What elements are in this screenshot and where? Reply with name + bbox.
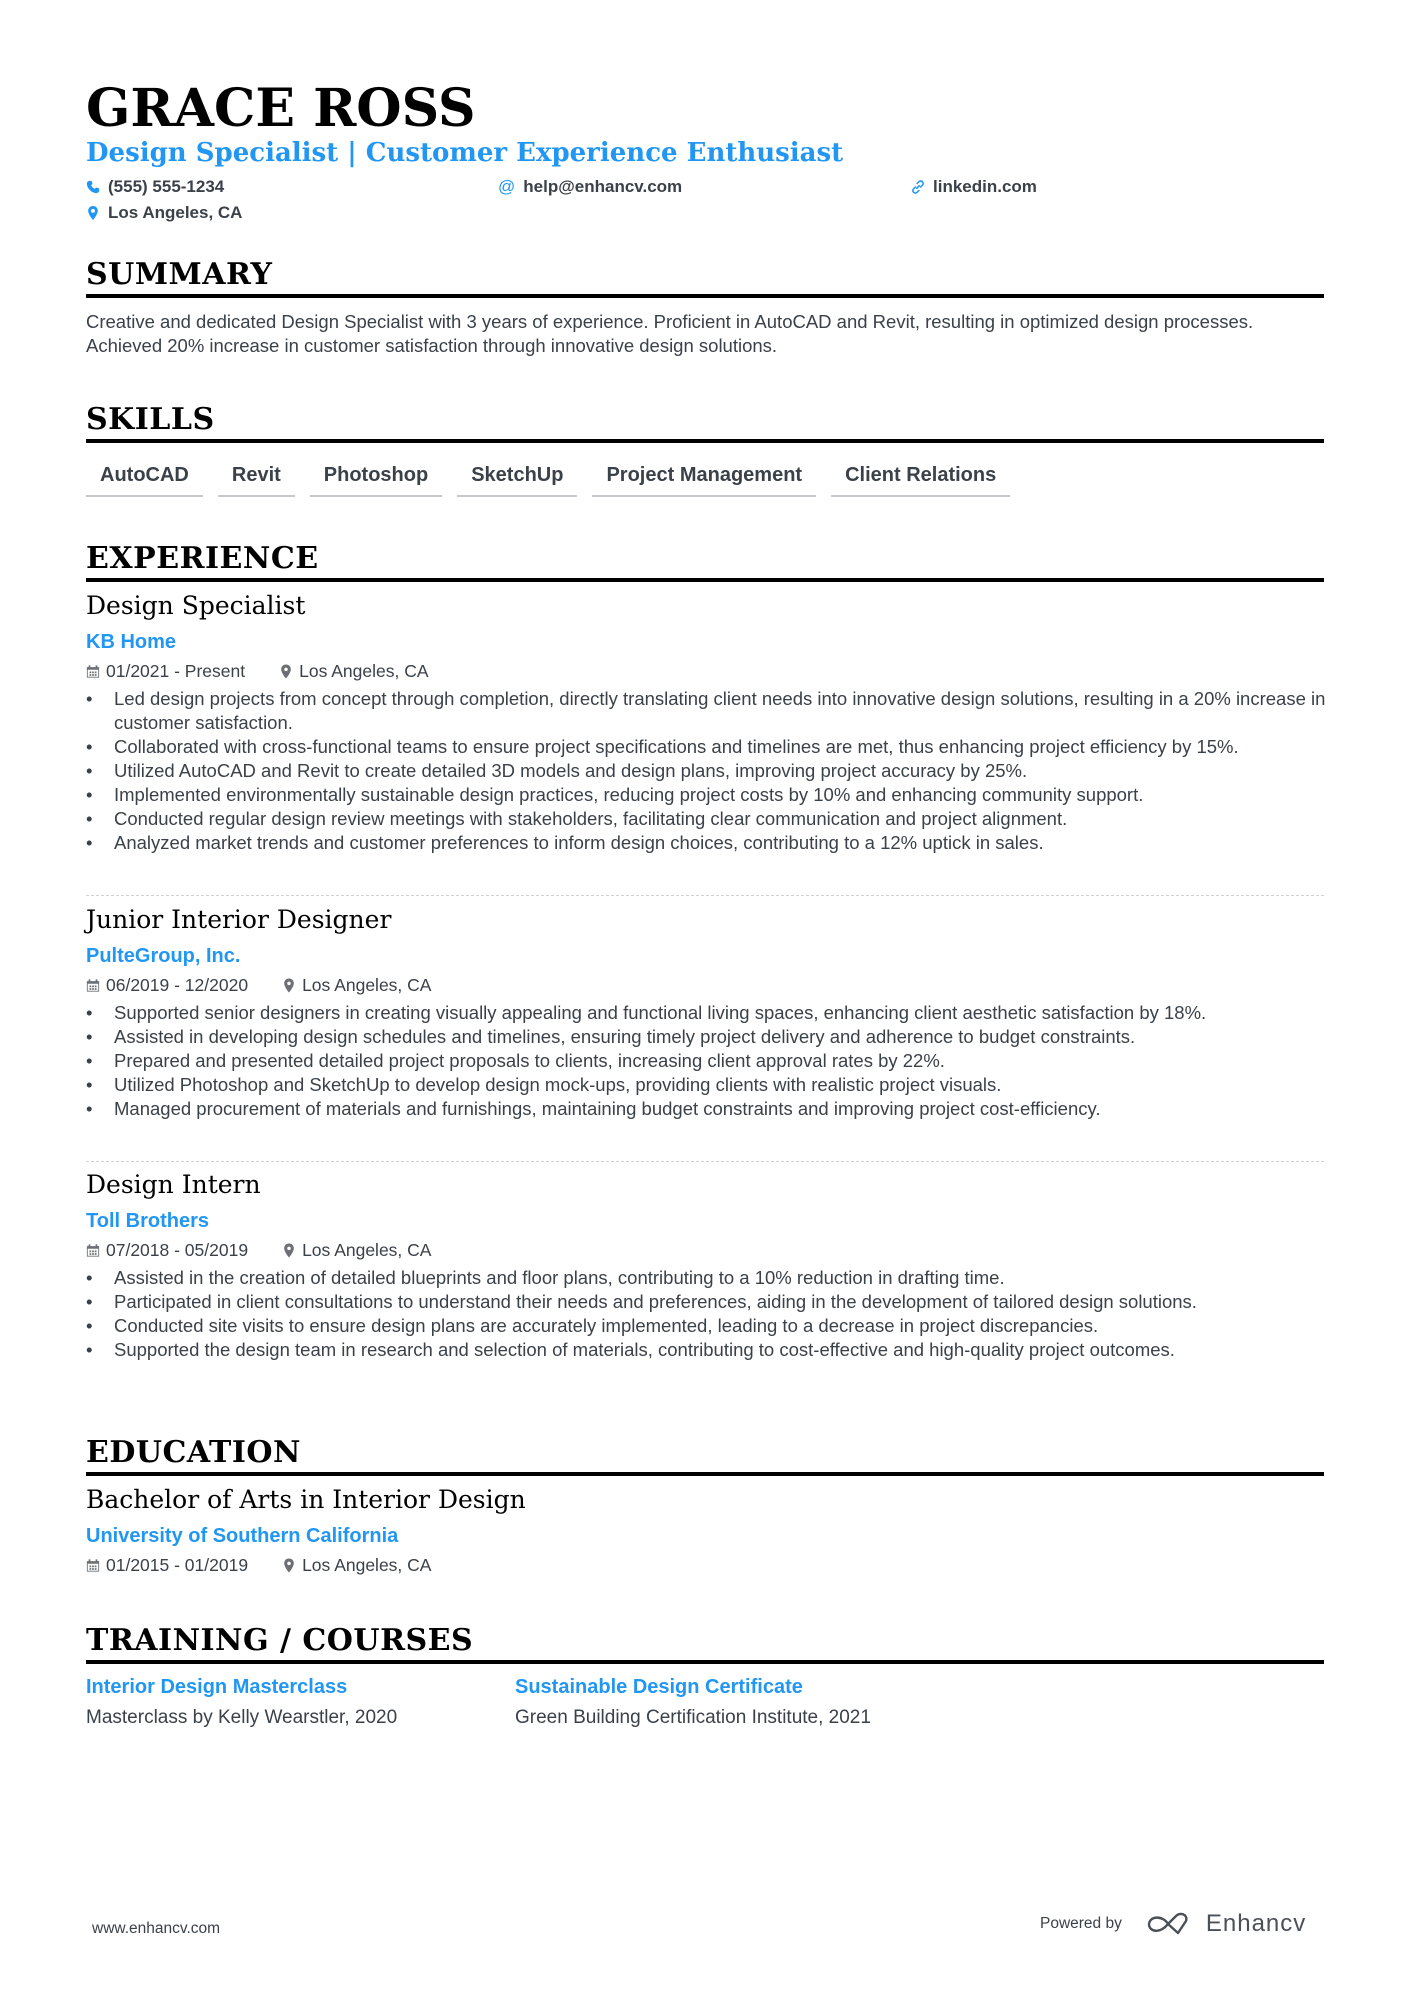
job-bullet: Supported the design team in research an… — [86, 1338, 1326, 1362]
job-dates: 06/2019 - 12/2020 — [106, 974, 249, 995]
job-bullet: Collaborated with cross-functional teams… — [86, 735, 1326, 759]
contact-phone: (555) 555-1234 — [86, 177, 224, 197]
location-pin-icon — [284, 978, 294, 992]
company-name: PulteGroup, Inc. — [86, 945, 241, 967]
education-entry: Bachelor of Arts in Interior Design Univ… — [86, 1485, 1326, 1579]
company-name: Toll Brothers — [86, 1210, 209, 1232]
job-bullets: Led design projects from concept through… — [86, 687, 1326, 855]
skill-tag: SketchUp — [457, 458, 578, 497]
job-bullet: Conducted regular design review meetings… — [86, 807, 1326, 831]
entry-divider — [86, 895, 1324, 896]
location-pin-icon — [281, 664, 291, 678]
location-pin-icon — [88, 206, 98, 220]
job-bullet: Assisted in the creation of detailed blu… — [86, 1266, 1326, 1290]
job-meta: 06/2019 - 12/2020 Los Angeles, CA — [86, 971, 1326, 999]
brand-name: Enhancv — [1205, 1910, 1307, 1937]
calendar-icon — [86, 664, 100, 678]
skill-tag: Project Management — [592, 458, 817, 497]
candidate-title: Design Specialist | Customer Experience … — [86, 138, 844, 168]
skills-list: AutoCAD Revit Photoshop SketchUp Project… — [86, 458, 1011, 497]
location-pin-icon — [284, 1558, 294, 1572]
job-bullet: Prepared and presented detailed project … — [86, 1049, 1326, 1073]
course-description: Masterclass by Kelly Wearstler, 2020 — [86, 1707, 398, 1728]
location-pin-icon — [284, 1243, 294, 1257]
section-divider — [86, 578, 1324, 582]
powered-by-label: Powered by — [1040, 1915, 1122, 1932]
job-title: Design Intern — [86, 1170, 261, 1199]
phone-text: (555) 555-1234 — [108, 177, 225, 196]
candidate-name: GRACE ROSS — [86, 78, 476, 139]
job-bullet: Managed procurement of materials and fur… — [86, 1097, 1326, 1121]
school-name: University of Southern California — [86, 1525, 399, 1547]
at-icon: @ — [498, 177, 516, 196]
degree-title: Bachelor of Arts in Interior Design — [86, 1485, 526, 1514]
education-dates: 01/2015 - 01/2019 — [106, 1554, 249, 1575]
enhancv-logo[interactable]: Enhancv — [1146, 1910, 1306, 1938]
skill-tag: AutoCAD — [86, 458, 203, 497]
job-bullet: Utilized Photoshop and SketchUp to devel… — [86, 1073, 1326, 1097]
section-heading-summary: SUMMARY — [86, 257, 273, 292]
course-description: Green Building Certification Institute, … — [515, 1707, 871, 1728]
job-bullet: Conducted site visits to ensure design p… — [86, 1314, 1326, 1338]
job-meta: 01/2021 - Present Los Angeles, CA — [86, 657, 1326, 685]
experience-entry: Design Specialist KB Home 01/2021 - Pres… — [86, 591, 1326, 855]
job-bullet: Utilized AutoCAD and Revit to create det… — [86, 759, 1326, 783]
job-title: Junior Interior Designer — [86, 905, 392, 934]
job-bullet: Assisted in developing design schedules … — [86, 1025, 1326, 1049]
job-dates: 01/2021 - Present — [106, 660, 246, 681]
phone-icon — [86, 180, 100, 194]
calendar-icon — [86, 1243, 100, 1257]
company-name: KB Home — [86, 631, 177, 653]
job-location: Los Angeles, CA — [302, 974, 432, 995]
email-text[interactable]: help@enhancv.com — [523, 177, 682, 197]
skill-tag: Revit — [217, 458, 295, 497]
section-divider — [86, 1472, 1324, 1476]
job-location: Los Angeles, CA — [299, 660, 429, 681]
calendar-icon — [86, 1558, 100, 1572]
job-dates: 07/2018 - 05/2019 — [106, 1239, 249, 1260]
summary-text: Creative and dedicated Design Specialist… — [86, 311, 1254, 356]
experience-entry: Design Intern Toll Brothers 07/2018 - 05… — [86, 1170, 1326, 1362]
education-location: Los Angeles, CA — [302, 1554, 432, 1575]
job-bullets: Supported senior designers in creating v… — [86, 1001, 1326, 1121]
job-title: Design Specialist — [86, 591, 306, 620]
job-bullets: Assisted in the creation of detailed blu… — [86, 1266, 1326, 1362]
section-divider — [86, 294, 1324, 298]
enhancv-logo-icon — [1147, 1912, 1188, 1935]
job-bullet: Analyzed market trends and customer pref… — [86, 831, 1326, 855]
job-bullet: Implemented environmentally sustainable … — [86, 783, 1326, 807]
section-heading-training: TRAINING / COURSES — [86, 1623, 474, 1658]
location-text: Los Angeles, CA — [108, 203, 243, 222]
footer-website[interactable]: www.enhancv.com — [92, 1920, 220, 1938]
calendar-icon — [86, 978, 100, 992]
skill-tag: Client Relations — [831, 458, 1011, 497]
experience-entry: Junior Interior Designer PulteGroup, Inc… — [86, 905, 1326, 1121]
contact-location: Los Angeles, CA — [86, 203, 242, 223]
section-divider — [86, 439, 1324, 443]
job-bullet: Supported senior designers in creating v… — [86, 1001, 1326, 1025]
course-title: Interior Design Masterclass — [86, 1676, 348, 1698]
link-icon — [912, 180, 924, 194]
education-meta: 01/2015 - 01/2019 Los Angeles, CA — [86, 1551, 1326, 1579]
skill-tag: Photoshop — [309, 458, 443, 497]
job-meta: 07/2018 - 05/2019 Los Angeles, CA — [86, 1236, 1326, 1264]
section-heading-education: EDUCATION — [86, 1435, 301, 1470]
job-bullet: Led design projects from concept through… — [86, 687, 1326, 735]
contact-linkedin[interactable]: linkedin.com — [911, 177, 1037, 197]
entry-divider — [86, 1161, 1324, 1162]
job-bullet: Participated in client consultations to … — [86, 1290, 1326, 1314]
footer-branding: Powered by Enhancv — [1040, 1910, 1306, 1938]
course-title: Sustainable Design Certificate — [515, 1676, 803, 1698]
section-divider — [86, 1660, 1324, 1664]
section-heading-experience: EXPERIENCE — [86, 541, 319, 576]
linkedin-text[interactable]: linkedin.com — [933, 177, 1037, 197]
section-heading-skills: SKILLS — [86, 402, 215, 437]
job-location: Los Angeles, CA — [302, 1239, 432, 1260]
contact-email[interactable]: @ help@enhancv.com — [498, 177, 682, 197]
